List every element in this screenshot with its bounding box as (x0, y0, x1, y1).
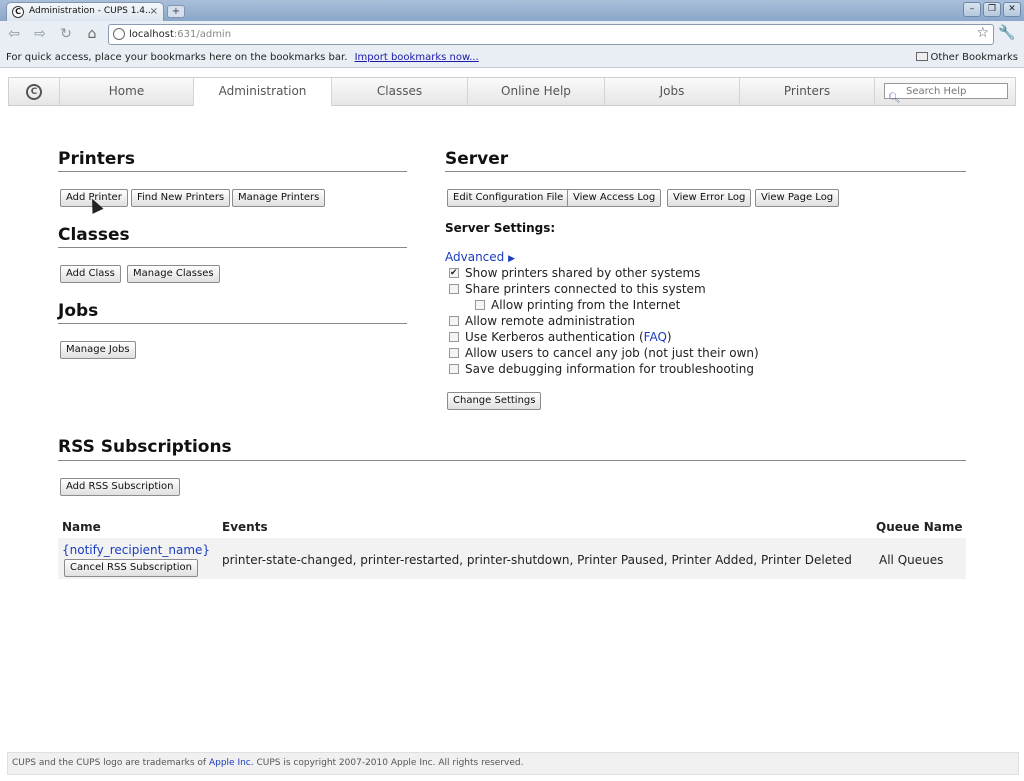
tab-title: Administration - CUPS 1.4... (29, 6, 154, 16)
table-row: {notify_recipient_name} Cancel RSS Subsc… (58, 538, 966, 579)
footer-text-after: CUPS is copyright 2007-2010 Apple Inc. A… (256, 758, 524, 768)
new-tab-button[interactable]: + (167, 5, 185, 18)
jobs-heading: Jobs (58, 301, 99, 321)
subscription-name-link[interactable]: {notify_recipient_name} (62, 543, 210, 557)
minimize-icon[interactable]: – (963, 2, 981, 17)
url-host: localhost (129, 29, 174, 40)
apple-link[interactable]: Apple Inc. (209, 758, 254, 768)
cancel-any-job-label: Allow users to cancel any job (not just … (465, 346, 759, 360)
classes-heading: Classes (58, 225, 130, 245)
search-help-input[interactable] (884, 83, 1008, 99)
show-shared-checkbox[interactable] (449, 268, 459, 278)
manage-printers-button[interactable]: Manage Printers (232, 189, 326, 207)
url-path: :631/admin (173, 29, 232, 40)
faq-link[interactable]: FAQ (644, 330, 667, 344)
view-error-log-button[interactable]: View Error Log (667, 189, 752, 207)
tab-administration[interactable]: Administration (194, 78, 332, 106)
server-settings-label: Server Settings: (445, 221, 556, 235)
share-printers-checkbox[interactable] (449, 284, 459, 294)
footer: CUPS and the CUPS logo are trademarks of… (7, 752, 1019, 775)
search-icon: 🔍︎ (888, 93, 901, 104)
triangle-right-icon: ▶ (508, 254, 516, 264)
tab-jobs[interactable]: Jobs (605, 78, 740, 105)
cancel-rss-subscription-button[interactable]: Cancel RSS Subscription (64, 559, 199, 577)
folder-icon (915, 52, 928, 61)
bookmarks-prompt: For quick access, place your bookmarks h… (6, 52, 348, 63)
address-bar[interactable]: localhost:631/admin ☆ (108, 24, 994, 45)
tab-close-icon[interactable]: × (150, 3, 158, 20)
remote-admin-checkbox[interactable] (449, 316, 459, 326)
rss-divider (58, 460, 966, 461)
jobs-divider (58, 323, 407, 324)
other-bookmarks[interactable]: Other Bookmarks (915, 47, 1018, 68)
cancel-any-job-checkbox[interactable] (449, 348, 459, 358)
import-bookmarks-link[interactable]: Import bookmarks now... (355, 52, 479, 63)
option-show-shared-printers[interactable]: Show printers shared by other systems (449, 266, 700, 280)
manage-jobs-button[interactable]: Manage Jobs (60, 341, 136, 359)
tab-classes[interactable]: Classes (332, 78, 468, 105)
classes-divider (58, 247, 407, 248)
server-heading: Server (445, 149, 509, 169)
option-share-printers[interactable]: Share printers connected to this system (449, 282, 706, 296)
browser-toolbar: ⇦ ⇨ ↻ ⌂ localhost:631/admin ☆ 🔧 (0, 21, 1024, 47)
forward-arrow-icon[interactable]: ⇨ (30, 25, 50, 43)
back-arrow-icon[interactable]: ⇦ (4, 25, 24, 43)
edit-configuration-file-button[interactable]: Edit Configuration File (447, 189, 570, 207)
close-window-icon[interactable]: ✕ (1003, 2, 1021, 17)
option-cancel-any-job[interactable]: Allow users to cancel any job (not just … (449, 346, 759, 360)
advanced-label: Advanced (445, 250, 505, 264)
manage-classes-button[interactable]: Manage Classes (127, 265, 220, 283)
cups-nav: C Home Administration Classes Online Hel… (8, 77, 1016, 106)
server-divider (445, 171, 966, 172)
column-header-queue-name: Queue Name (876, 520, 963, 534)
restore-icon[interactable]: ❐ (983, 2, 1001, 17)
kerberos-checkbox[interactable] (449, 332, 459, 342)
subscription-queue: All Queues (879, 553, 944, 567)
remote-admin-label: Allow remote administration (465, 314, 635, 328)
change-settings-button[interactable]: Change Settings (447, 392, 542, 410)
share-printers-label: Share printers connected to this system (465, 282, 706, 296)
search-area: 🔍︎ (875, 78, 1015, 105)
wrench-icon[interactable]: 🔧 (998, 25, 1015, 41)
cups-logo-icon: C (26, 83, 42, 100)
footer-text-before: CUPS and the CUPS logo are trademarks of (12, 758, 207, 768)
column-header-name: Name (62, 520, 101, 534)
cups-logo[interactable]: C (9, 78, 60, 105)
find-new-printers-button[interactable]: Find New Printers (131, 189, 231, 207)
browser-titlebar: C Administration - CUPS 1.4... × + – ❐ ✕ (0, 0, 1024, 21)
kerberos-label: Use Kerberos authentication ( (465, 330, 644, 344)
view-access-log-button[interactable]: View Access Log (567, 189, 662, 207)
option-debug-logging[interactable]: Save debugging information for troublesh… (449, 362, 754, 376)
allow-internet-checkbox[interactable] (475, 300, 485, 310)
option-kerberos[interactable]: Use Kerberos authentication (FAQ) (449, 330, 672, 344)
show-shared-label: Show printers shared by other systems (465, 266, 701, 280)
option-remote-admin[interactable]: Allow remote administration (449, 314, 635, 328)
rss-heading: RSS Subscriptions (58, 437, 232, 457)
printers-heading: Printers (58, 149, 135, 169)
option-allow-internet-printing[interactable]: Allow printing from the Internet (475, 298, 680, 312)
debug-logging-checkbox[interactable] (449, 364, 459, 374)
home-icon[interactable]: ⌂ (82, 25, 102, 43)
view-page-log-button[interactable]: View Page Log (755, 189, 840, 207)
printers-divider (58, 171, 407, 172)
bookmark-star-icon[interactable]: ☆ (976, 24, 989, 43)
cups-favicon-icon: C (12, 6, 24, 18)
column-header-events: Events (222, 520, 268, 534)
window-controls: – ❐ ✕ (963, 2, 1021, 17)
allow-internet-label: Allow printing from the Internet (491, 298, 681, 312)
tab-printers[interactable]: Printers (740, 78, 875, 105)
advanced-link[interactable]: Advanced ▶ (445, 250, 515, 264)
tab-home[interactable]: Home (60, 78, 194, 105)
reload-icon[interactable]: ↻ (56, 25, 76, 43)
kerberos-label-close: ) (666, 330, 672, 344)
browser-tab[interactable]: C Administration - CUPS 1.4... × (6, 2, 164, 21)
tab-online-help[interactable]: Online Help (468, 78, 605, 105)
subscription-events: printer-state-changed, printer-restarted… (222, 553, 852, 567)
bookmarks-bar: For quick access, place your bookmarks h… (0, 47, 1024, 68)
add-rss-subscription-button[interactable]: Add RSS Subscription (60, 478, 180, 496)
other-bookmarks-label: Other Bookmarks (930, 52, 1018, 63)
globe-icon (113, 28, 125, 40)
add-class-button[interactable]: Add Class (60, 265, 121, 283)
debug-logging-label: Save debugging information for troublesh… (465, 362, 754, 376)
